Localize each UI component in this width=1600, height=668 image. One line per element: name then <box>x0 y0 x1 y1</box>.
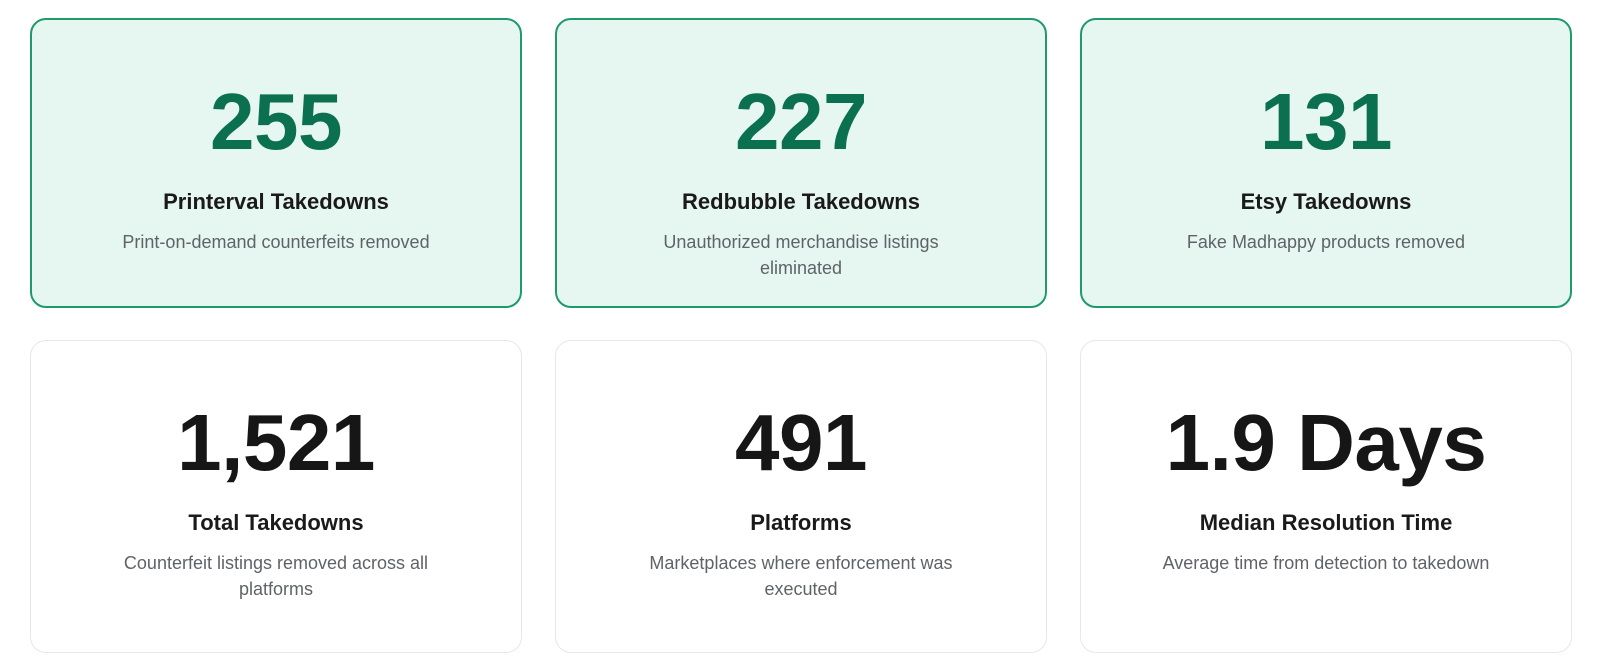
stat-card-redbubble: 227 Redbubble Takedowns Unauthorized mer… <box>555 18 1047 308</box>
stat-value: 255 <box>210 77 342 166</box>
stat-label: Printerval Takedowns <box>163 189 389 214</box>
stat-value: 227 <box>735 77 867 166</box>
stat-label: Platforms <box>750 510 852 535</box>
stat-description: Print-on-demand counterfeits removed <box>122 232 430 253</box>
stat-label: Total Takedowns <box>188 510 364 535</box>
stat-label: Redbubble Takedowns <box>682 189 920 214</box>
stat-description: Unauthorized merchandise listings elimin… <box>663 232 939 279</box>
stat-value: 131 <box>1260 77 1392 166</box>
stat-value: 491 <box>735 398 867 487</box>
stat-card-median-resolution: 1.9 Days Median Resolution Time Average … <box>1080 340 1572 653</box>
stats-grid: 255 Printerval Takedowns Print-on-demand… <box>30 18 1572 653</box>
stat-description: Marketplaces where enforcement was execu… <box>649 553 953 600</box>
stat-card-total-takedowns: 1,521 Total Takedowns Counterfeit listin… <box>30 340 522 653</box>
stat-label: Median Resolution Time <box>1199 510 1453 535</box>
stat-card-etsy: 131 Etsy Takedowns Fake Madhappy product… <box>1080 18 1572 308</box>
stat-description: Fake Madhappy products removed <box>1186 232 1466 253</box>
stat-description: Average time from detection to takedown <box>1162 553 1490 574</box>
stat-value: 1,521 <box>177 398 375 487</box>
stat-description: Counterfeit listings removed across all … <box>123 553 429 600</box>
stat-value: 1.9 Days <box>1165 398 1487 487</box>
stat-card-printerval: 255 Printerval Takedowns Print-on-demand… <box>30 18 522 308</box>
stat-card-platforms: 491 Platforms Marketplaces where enforce… <box>555 340 1047 653</box>
stat-label: Etsy Takedowns <box>1240 189 1412 214</box>
